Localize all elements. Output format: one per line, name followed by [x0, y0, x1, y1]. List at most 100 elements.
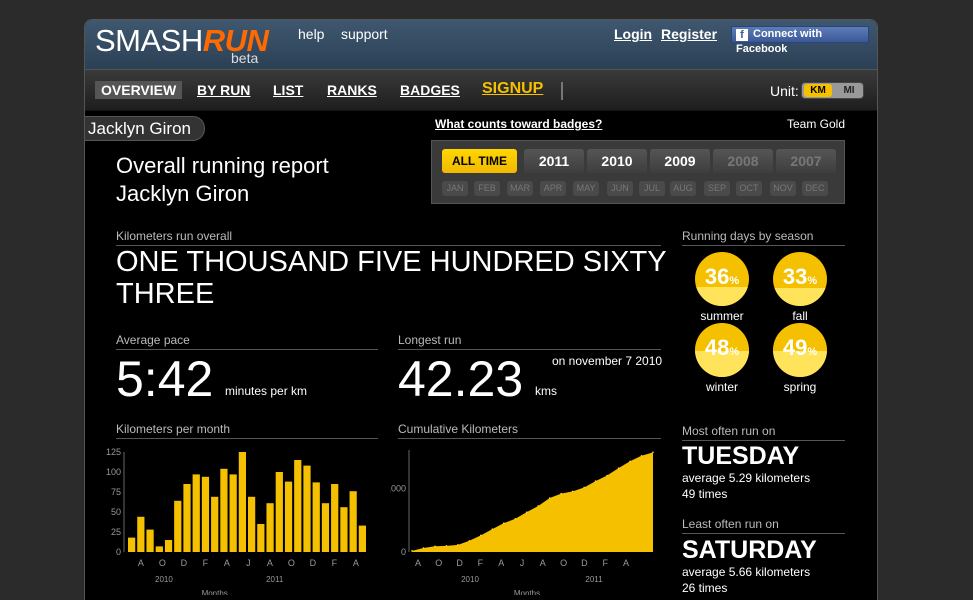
filter-month: AUG [670, 181, 696, 196]
bar [174, 500, 182, 552]
data-point [571, 490, 574, 493]
bar [128, 537, 136, 552]
login-link[interactable]: Login [614, 26, 652, 42]
least-often-day: SATURDAY [682, 536, 817, 564]
bar [220, 468, 228, 552]
facebook-label: Connect with Facebook [736, 28, 823, 55]
season-fall-fill [773, 288, 827, 306]
year-label: 2011 [585, 575, 603, 584]
bar [183, 484, 191, 552]
nav-overview[interactable]: OVERVIEW [95, 81, 183, 99]
filter-all-time[interactable]: ALL TIME [442, 149, 517, 173]
bar [331, 484, 339, 552]
bar [155, 546, 163, 552]
filter-year-2009[interactable]: 2009 [650, 149, 710, 173]
register-link[interactable]: Register [661, 26, 717, 42]
season-winter-label: winter [705, 380, 738, 394]
bar [321, 503, 330, 552]
x-tick-label: O [288, 558, 295, 568]
date-filter-panel: ALL TIME 2011 2010 2009 2008 2007 JAN FE… [431, 140, 845, 204]
app-frame: SMASHRUN beta help support Login Registe… [84, 19, 878, 600]
bar [201, 476, 210, 552]
season-fall-percent: 33% [782, 264, 818, 289]
nav-badges[interactable]: BADGES [400, 82, 460, 98]
bar [358, 525, 366, 552]
cumulative-km-chart: 0 1000 A O D F A J A O D F A 2010 2011 Months [390, 450, 654, 595]
avg-pace-value: 5:42 [116, 351, 214, 407]
unit-mi-option[interactable]: MI [836, 84, 862, 97]
data-point [411, 550, 413, 552]
x-tick-label: D [310, 558, 317, 568]
x-tick-label: A [415, 558, 421, 568]
bar [211, 496, 219, 552]
bar [266, 503, 274, 552]
least-often-count: 26 times [682, 581, 728, 595]
season-winter-percent: 48% [704, 335, 740, 360]
bar [146, 529, 154, 552]
unit-label: Unit: [770, 83, 799, 99]
x-axis-label: Months [202, 589, 228, 595]
data-point [560, 492, 562, 495]
data-point [434, 545, 436, 548]
bar [294, 460, 302, 552]
longest-run-label: Longest run [398, 333, 661, 350]
x-tick-label: O [435, 558, 442, 568]
bar [284, 481, 293, 552]
x-tick-label: F [602, 558, 608, 568]
longest-run-value: 42.23 [398, 351, 524, 407]
badges-info-link[interactable]: What counts toward badges? [435, 117, 602, 131]
filter-month: MAR [507, 181, 533, 196]
y-tick-label: 75 [111, 487, 121, 497]
x-tick-label: A [138, 558, 144, 568]
x-axis-label: Months [514, 589, 540, 595]
report-title-line1: Overall running report [116, 153, 329, 178]
seasons-label: Running days by season [682, 229, 845, 246]
longest-run-unit: kms [535, 384, 557, 398]
most-often-day: TUESDAY [682, 442, 800, 470]
nav-signup[interactable]: SIGNUP [482, 80, 543, 98]
filter-month: NOV [770, 181, 796, 196]
filter-year-2010[interactable]: 2010 [587, 149, 647, 173]
season-spring-gauge: 49% [773, 323, 827, 377]
y-tick-label: 50 [111, 507, 121, 517]
logo-smash: SMASH [95, 23, 203, 58]
support-link[interactable]: support [341, 26, 388, 42]
km-overall-value: ONE THOUSAND FIVE HUNDRED SIXTY THREE [116, 246, 667, 310]
team-label: Team Gold [787, 117, 846, 131]
unit-km-option[interactable]: KM [804, 84, 832, 97]
report-title-line2: Jacklyn Giron [116, 181, 250, 206]
filter-year-2011[interactable]: 2011 [524, 149, 584, 173]
nav-list[interactable]: LIST [273, 82, 303, 98]
x-tick-label: F [478, 558, 484, 568]
filter-month: MAY [573, 181, 599, 196]
data-point [422, 547, 425, 549]
nav-by-run[interactable]: BY RUN [197, 82, 250, 98]
data-point [652, 451, 654, 454]
avg-pace-unit: minutes per km [225, 384, 308, 398]
bar [312, 482, 320, 552]
nav-ranks[interactable]: RANKS [327, 82, 377, 98]
cumulative-km-title: Cumulative Kilometers [398, 422, 661, 439]
y-tick-label: 0 [116, 547, 121, 557]
filter-month: FEB [474, 181, 500, 196]
facebook-connect-button[interactable]: f Connect with Facebook [731, 26, 869, 55]
filter-month: APR [540, 181, 566, 196]
x-tick-label: A [353, 558, 359, 568]
data-point [445, 545, 448, 547]
filter-month: SEP [704, 181, 730, 196]
logo-beta: beta [231, 50, 259, 66]
bar [248, 496, 256, 552]
filter-month: DEC [802, 181, 828, 196]
help-link[interactable]: help [298, 26, 324, 42]
data-point [583, 486, 585, 489]
km-overall-label: Kilometers run overall [116, 229, 661, 246]
km-per-month-chart: 0 25 50 75 100 125 A O D F A J A O D F A 2010 2011 Months [106, 447, 366, 595]
season-fall-gauge: 33% [773, 252, 827, 306]
data-point [514, 517, 517, 520]
data-point [629, 460, 631, 463]
x-tick-label: F [203, 558, 209, 568]
unit-toggle[interactable]: KM MI [801, 82, 864, 99]
most-often-count: 49 times [682, 487, 728, 501]
nav-divider [561, 82, 563, 100]
x-tick-label: A [623, 558, 629, 568]
